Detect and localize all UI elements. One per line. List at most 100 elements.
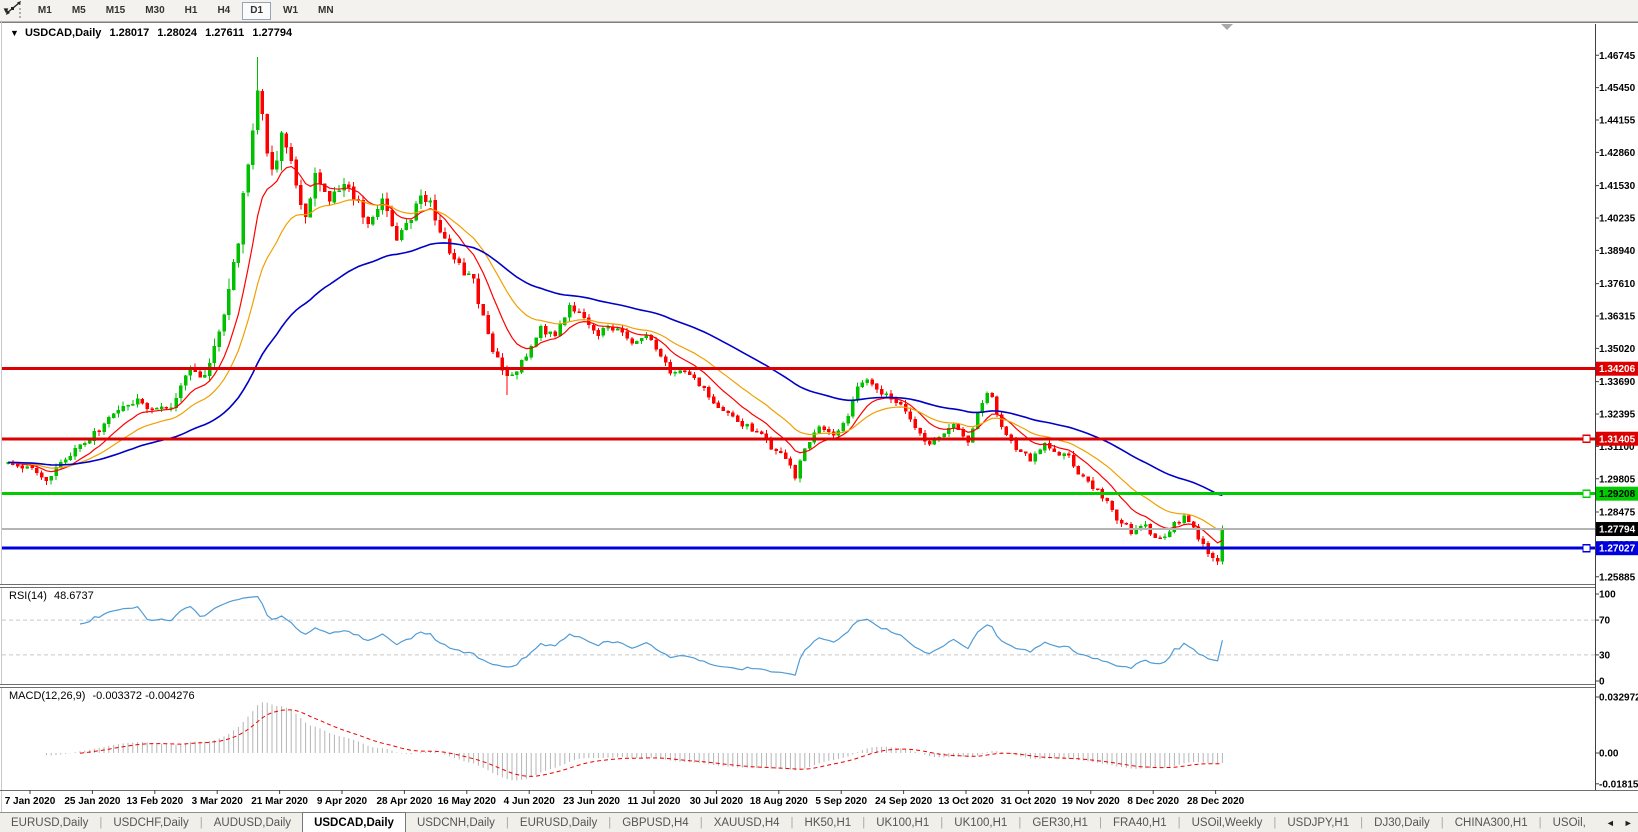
timeframe-button-mn[interactable]: MN [310, 2, 342, 20]
svg-text:1.27794: 1.27794 [1599, 525, 1636, 536]
date-label: 30 Jul 2020 [690, 796, 744, 807]
date-label: 28 Apr 2020 [377, 796, 433, 807]
date-label: 13 Oct 2020 [938, 796, 994, 807]
chart-canvas: 1.46745 1.45450 1.44155 1.42860 1.41530 1.402… [0, 22, 1638, 812]
price-tick-label: 1.37610 [1599, 279, 1636, 290]
date-label: 21 Mar 2020 [251, 796, 308, 807]
hline-handle[interactable] [1582, 434, 1591, 443]
chart-tab-eurusd-daily-5[interactable]: EURUSD,Daily [509, 813, 608, 832]
date-label: 19 Nov 2020 [1062, 796, 1120, 807]
timeframe-button-m1[interactable]: M1 [30, 2, 60, 20]
ohlc-close: 1.27794 [252, 27, 293, 39]
chart-tabbar: EURUSD,Daily | USDCHF,Daily | AUDUSD,Daily US… [0, 812, 1638, 832]
rsi-name: RSI(14) [9, 590, 47, 602]
price-tick-label: 1.44155 [1599, 116, 1636, 127]
price-badge-1.27027: 1.27027 [1596, 541, 1638, 556]
price-tick-label: 1.25885 [1599, 572, 1636, 583]
chart-tab-hk50-h1-8[interactable]: HK50,H1 [794, 813, 863, 832]
hline-handle[interactable] [1582, 489, 1591, 498]
macd-name: MACD(12,26,9) [9, 690, 86, 702]
chart-tab-usdjpy-h1-14[interactable]: USDJPY,H1 [1276, 813, 1360, 832]
date-label: 7 Jan 2020 [5, 796, 56, 807]
price-tick-label: 1.28475 [1599, 508, 1636, 519]
timeframe-button-d1[interactable]: D1 [242, 1, 272, 20]
price-tick-label: 1.42860 [1599, 148, 1636, 159]
price-badge-1.29208: 1.29208 [1596, 486, 1638, 501]
ohlc-high: 1.28024 [157, 27, 198, 39]
timeframe-button-w1[interactable]: W1 [275, 2, 306, 20]
date-label: 25 Jan 2020 [64, 796, 121, 807]
price-tick-label: 1.46745 [1599, 51, 1636, 62]
timeframe-button-h1[interactable]: H1 [177, 2, 206, 20]
date-label: 13 Feb 2020 [126, 796, 183, 807]
rsi-indicator-label: RSI(14) 48.6737 [9, 590, 98, 602]
price-tick-label: 1.45450 [1599, 83, 1636, 94]
chart-symbol-label: USDCAD,Daily [24, 27, 102, 39]
chart-collapse-icon[interactable]: ▼ [10, 28, 19, 38]
timeframe-button-m30[interactable]: M30 [137, 2, 172, 20]
svg-text:1.31405: 1.31405 [1599, 434, 1636, 445]
svg-text:1.34206: 1.34206 [1599, 364, 1636, 375]
chart-tab-ger30-h1-11[interactable]: GER30,H1 [1021, 813, 1099, 832]
rsi-tick-label: 30 [1599, 650, 1611, 661]
price-tick-label: 1.36315 [1599, 312, 1636, 323]
price-tick-label: 1.33690 [1599, 377, 1636, 388]
chart-tab-usoil-17[interactable]: USOil, [1542, 813, 1597, 832]
hline-handle[interactable] [1582, 544, 1591, 553]
date-label: 16 May 2020 [438, 796, 497, 807]
chart-tab-eurusd-daily-0[interactable]: EURUSD,Daily [0, 813, 99, 832]
chart-tab-usoil-weekly-13[interactable]: USOil,Weekly [1181, 813, 1274, 832]
chart-tab-usdcnh-daily-4[interactable]: USDCNH,Daily [406, 813, 506, 832]
date-label: 11 Jul 2020 [628, 796, 681, 807]
price-tick-label: 1.38940 [1599, 246, 1636, 257]
chart-title: ▼ USDCAD,Daily 1.28017 1.28024 1.27611 1… [10, 27, 297, 39]
date-label: 9 Apr 2020 [317, 796, 368, 807]
macd-tick-label: -0.01815 [1599, 779, 1638, 790]
chart-tab-usdcad-daily-3[interactable]: USDCAD,Daily [302, 812, 406, 832]
date-label: 4 Jun 2020 [504, 796, 556, 807]
rsi-tick-label: 70 [1599, 616, 1611, 627]
date-label: 5 Sep 2020 [815, 796, 867, 807]
macd-tick-label: 0.00 [1599, 749, 1619, 760]
chart-tab-xauusd-h4-7[interactable]: XAUUSD,H4 [703, 813, 791, 832]
trendline-draw-tool-icon[interactable] [4, 0, 24, 16]
panel-separator-0[interactable] [0, 584, 1595, 588]
chart-tab-china300-h1-16[interactable]: CHINA300,H1 [1444, 813, 1539, 832]
panel-separator-1[interactable] [0, 684, 1595, 688]
chart-tab-dj30-daily-15[interactable]: DJ30,Daily [1363, 813, 1441, 832]
tab-scroll-left-icon[interactable]: ◄ [1606, 818, 1615, 828]
macd-values: -0.003372 -0.004276 [92, 690, 195, 702]
macd-tick-label: 0.032972 [1599, 693, 1638, 704]
date-label: 31 Oct 2020 [1001, 796, 1057, 807]
chart-tab-uk100-h1-10[interactable]: UK100,H1 [943, 813, 1018, 832]
price-tick-label: 1.32395 [1599, 410, 1636, 421]
tab-scroll-right-icon[interactable]: ► [1624, 818, 1633, 828]
chart-tab-fra40-h1-12[interactable]: FRA40,H1 [1102, 813, 1178, 832]
top-toolbar: ▼ M1 M5 M15 M30 H1 H4 D1 W1 MN [0, 0, 1638, 22]
chart-tab-gbpusd-h4-6[interactable]: GBPUSD,H4 [611, 813, 699, 832]
price-badge-1.31405: 1.31405 [1596, 431, 1638, 446]
price-badge-1.27794: 1.27794 [1596, 522, 1638, 537]
svg-text:1.29208: 1.29208 [1599, 489, 1636, 500]
date-label: 23 Jun 2020 [563, 796, 620, 807]
chart-tab-uk100-h1-9[interactable]: UK100,H1 [865, 813, 940, 832]
date-label: 8 Dec 2020 [1127, 796, 1179, 807]
timeframe-button-m5[interactable]: M5 [64, 2, 94, 20]
ohlc-low: 1.27611 [205, 27, 245, 39]
price-tick-label: 1.40235 [1599, 214, 1636, 225]
timeframe-button-h4[interactable]: H4 [209, 2, 238, 20]
price-tick-label: 1.35020 [1599, 344, 1636, 355]
date-label: 3 Mar 2020 [192, 796, 244, 807]
svg-text:1.27027: 1.27027 [1599, 544, 1636, 555]
date-label: 18 Aug 2020 [750, 796, 808, 807]
date-label: 24 Sep 2020 [875, 796, 933, 807]
chart-tab-usdchf-daily-1[interactable]: USDCHF,Daily [102, 813, 199, 832]
rsi-value: 48.6737 [53, 590, 94, 602]
rsi-tick-label: 0 [1599, 677, 1605, 688]
price-badge-1.34206: 1.34206 [1596, 361, 1638, 376]
chart-tab-audusd-daily-2[interactable]: AUDUSD,Daily [203, 813, 302, 832]
price-tick-label: 1.41530 [1599, 181, 1636, 192]
timeframe-button-m15[interactable]: M15 [98, 2, 133, 20]
price-tick-label: 1.29805 [1599, 474, 1636, 485]
rsi-tick-label: 100 [1599, 590, 1616, 601]
